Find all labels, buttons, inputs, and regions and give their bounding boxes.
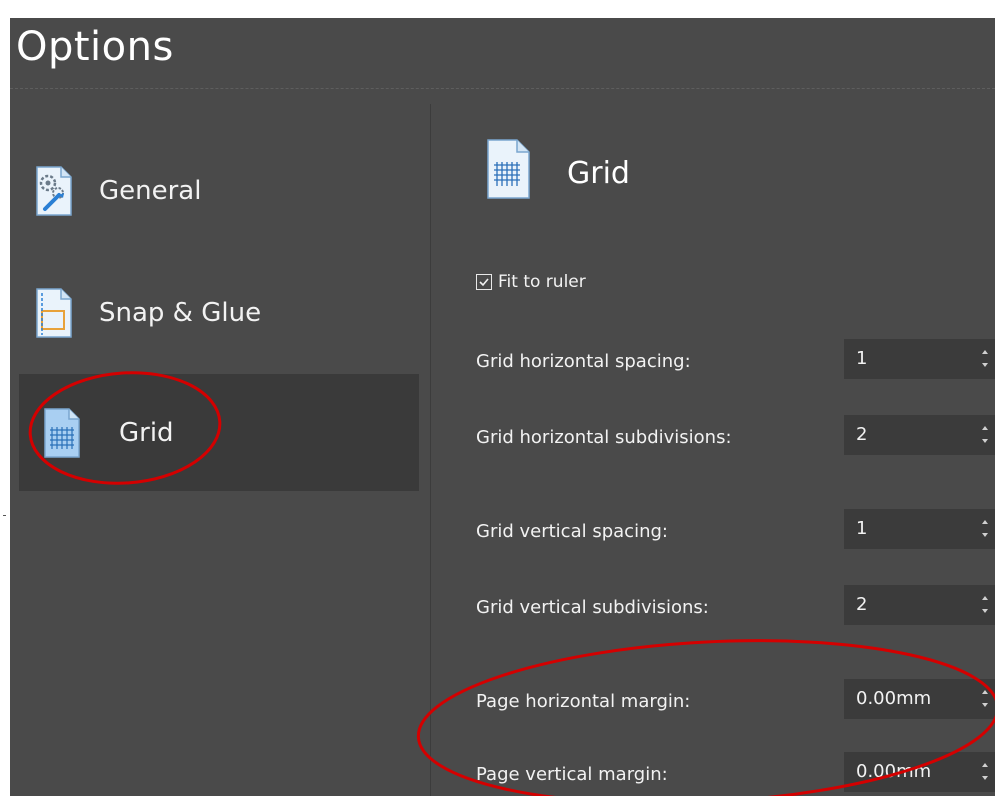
spin-buttons[interactable]	[980, 752, 990, 792]
grid-vertical-spacing-input[interactable]: 1	[844, 509, 995, 549]
spin-up-icon[interactable]	[982, 763, 988, 767]
options-window: Options General Snap & Glue Grid Grid Fi…	[10, 18, 995, 796]
grid-horizontal-subdivisions-label: Grid horizontal subdivisions:	[476, 427, 732, 448]
window-title: Options	[16, 24, 174, 70]
sidebar-item-label: Grid	[119, 417, 174, 448]
grid-horizontal-spacing-label: Grid horizontal spacing:	[476, 351, 691, 372]
grid-horizontal-spacing-input[interactable]: 1	[844, 339, 995, 379]
fit-to-ruler-checkbox[interactable]: Fit to ruler	[476, 272, 586, 292]
sidebar-item-general[interactable]: General	[19, 132, 419, 249]
checkbox-label: Fit to ruler	[498, 272, 586, 292]
spin-down-icon[interactable]	[982, 609, 988, 613]
page-vertical-margin-label: Page vertical margin:	[476, 764, 668, 785]
spin-buttons[interactable]	[980, 509, 990, 549]
spin-down-icon[interactable]	[982, 776, 988, 780]
sidebar-item-label: Snap & Glue	[99, 297, 262, 328]
spin-up-icon[interactable]	[982, 520, 988, 524]
sidebar-item-label: General	[99, 175, 202, 206]
spin-down-icon[interactable]	[982, 363, 988, 367]
column-divider	[430, 104, 431, 796]
sidebar-item-snap-glue[interactable]: Snap & Glue	[19, 254, 419, 371]
spin-up-icon[interactable]	[982, 690, 988, 694]
spin-down-icon[interactable]	[982, 533, 988, 537]
spin-up-icon[interactable]	[982, 350, 988, 354]
spin-down-icon[interactable]	[982, 439, 988, 443]
checkbox-box[interactable]	[476, 274, 492, 290]
spin-down-icon[interactable]	[982, 703, 988, 707]
spin-buttons[interactable]	[980, 585, 990, 625]
grid-icon	[487, 139, 530, 199]
checkmark-icon	[479, 278, 489, 287]
spin-buttons[interactable]	[980, 339, 990, 379]
section-title: Grid	[567, 156, 630, 191]
page-horizontal-margin-label: Page horizontal margin:	[476, 691, 691, 712]
grid-vertical-subdivisions-input[interactable]: 2	[844, 585, 995, 625]
grid-horizontal-subdivisions-input[interactable]: 2	[844, 415, 995, 455]
sidebar-item-grid[interactable]: Grid	[19, 374, 419, 491]
stray-mark	[3, 515, 6, 516]
spin-buttons[interactable]	[980, 415, 990, 455]
snap-glue-icon	[36, 287, 72, 338]
title-separator	[10, 88, 995, 89]
spin-up-icon[interactable]	[982, 426, 988, 430]
spin-up-icon[interactable]	[982, 596, 988, 600]
page-horizontal-margin-input[interactable]: 0.00mm	[844, 679, 995, 719]
spin-buttons[interactable]	[980, 679, 990, 719]
grid-vertical-spacing-label: Grid vertical spacing:	[476, 521, 668, 542]
grid-icon	[44, 407, 80, 458]
grid-vertical-subdivisions-label: Grid vertical subdivisions:	[476, 597, 709, 618]
page-vertical-margin-input[interactable]: 0.00mm	[844, 752, 995, 792]
general-settings-icon	[36, 165, 72, 216]
